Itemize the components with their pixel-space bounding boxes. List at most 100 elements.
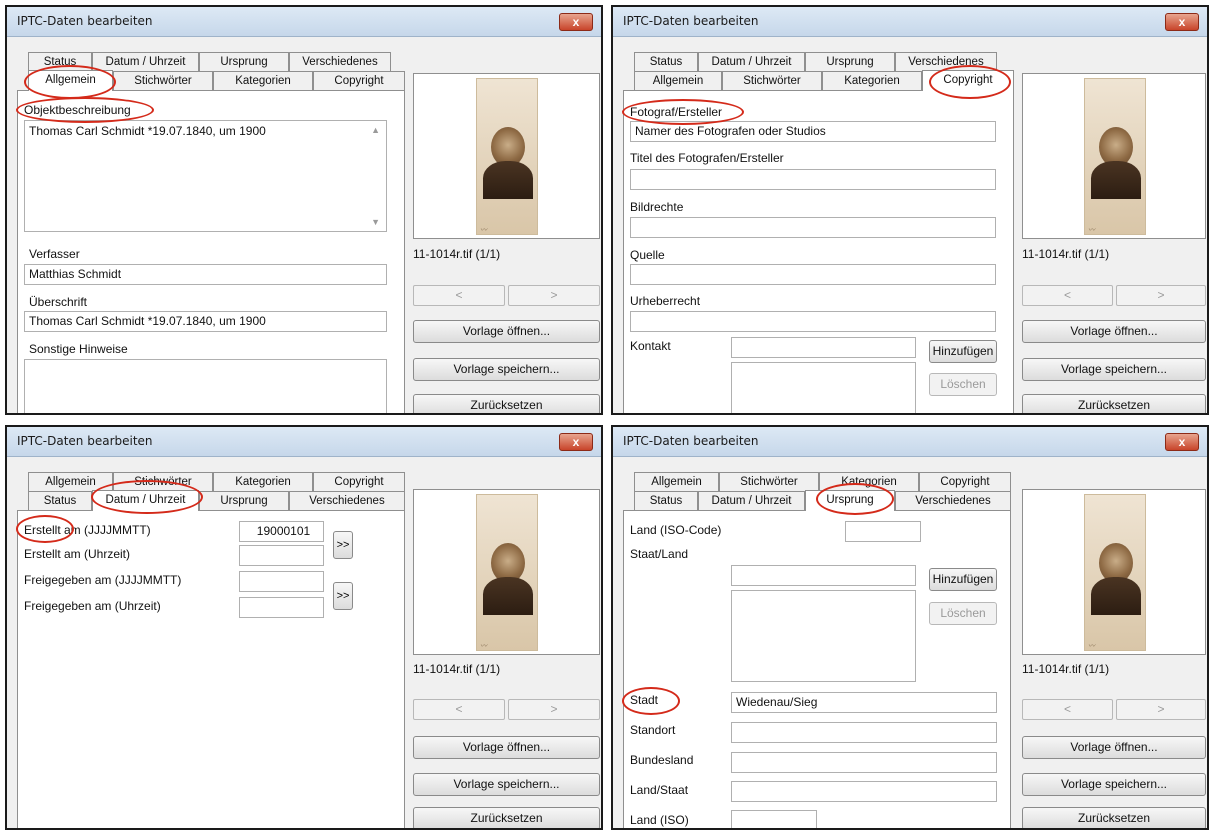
filename-label: 11-1014r.tif (1/1): [413, 662, 501, 676]
tab-status[interactable]: Status: [28, 491, 92, 510]
previous-image-button[interactable]: <: [413, 285, 505, 306]
tab-stichwoerter[interactable]: Stichwörter: [719, 472, 819, 491]
staat-land-input[interactable]: [731, 565, 916, 586]
tab-datum-uhrzeit[interactable]: Datum / Uhrzeit: [698, 491, 805, 510]
vorlage-oeffnen-button[interactable]: Vorlage öffnen...: [413, 320, 600, 343]
erstellt-zeit-input[interactable]: [239, 545, 324, 566]
tab-kategorien[interactable]: Kategorien: [213, 472, 313, 491]
vorlage-oeffnen-button[interactable]: Vorlage öffnen...: [1022, 736, 1206, 759]
bildrechte-input[interactable]: [630, 217, 996, 238]
tab-copyright[interactable]: Copyright: [313, 71, 405, 90]
zuruecksetzen-button[interactable]: Zurücksetzen: [413, 394, 600, 413]
title-bar: IPTC-Daten bearbeiten x: [7, 7, 601, 37]
hinzufuegen-button[interactable]: Hinzufügen: [929, 568, 997, 591]
filename-label: 11-1014r.tif (1/1): [1022, 662, 1110, 676]
portrait-photo: 〰: [1084, 78, 1146, 235]
vorlage-speichern-button[interactable]: Vorlage speichern...: [413, 773, 600, 796]
urheberrecht-input[interactable]: [630, 311, 996, 332]
ueberschrift-input[interactable]: Thomas Carl Schmidt *19.07.1840, um 1900: [24, 311, 387, 332]
next-image-button[interactable]: >: [1116, 699, 1206, 720]
next-image-button[interactable]: >: [1116, 285, 1206, 306]
loeschen-button[interactable]: Löschen: [929, 602, 997, 625]
zuruecksetzen-button[interactable]: Zurücksetzen: [1022, 807, 1206, 828]
set-erstellt-button[interactable]: >>: [333, 531, 353, 559]
tab-allgemein[interactable]: Allgemein: [634, 71, 722, 90]
tab-allgemein[interactable]: Allgemein: [28, 70, 113, 91]
loeschen-button[interactable]: Löschen: [929, 373, 997, 396]
tab-verschiedenes[interactable]: Verschiedenes: [895, 491, 1011, 510]
tab-datum-uhrzeit[interactable]: Datum / Uhrzeit: [698, 52, 805, 71]
fotograf-input[interactable]: Namer des Fotografen oder Studios: [630, 121, 996, 142]
title-bar: IPTC-Daten bearbeiten x: [613, 7, 1207, 37]
sonstige-hinweise-textarea[interactable]: [24, 359, 387, 413]
quelle-input[interactable]: [630, 264, 996, 285]
close-button[interactable]: x: [559, 13, 593, 31]
tab-ursprung[interactable]: Ursprung: [199, 491, 289, 510]
vorlage-oeffnen-button[interactable]: Vorlage öffnen...: [413, 736, 600, 759]
tab-ursprung[interactable]: Ursprung: [805, 490, 895, 511]
vorlage-speichern-button[interactable]: Vorlage speichern...: [413, 358, 600, 381]
close-button[interactable]: x: [1165, 13, 1199, 31]
vorlage-speichern-button[interactable]: Vorlage speichern...: [1022, 773, 1206, 796]
tab-kategorien[interactable]: Kategorien: [822, 71, 922, 90]
tab-kategorien[interactable]: Kategorien: [213, 71, 313, 90]
tab-verschiedenes[interactable]: Verschiedenes: [289, 491, 405, 510]
tab-stichwoerter[interactable]: Stichwörter: [722, 71, 822, 90]
vorlage-oeffnen-button[interactable]: Vorlage öffnen...: [1022, 320, 1206, 343]
vorlage-speichern-button[interactable]: Vorlage speichern...: [1022, 358, 1206, 381]
tab-ursprung[interactable]: Ursprung: [805, 52, 895, 71]
bildrechte-label: Bildrechte: [630, 200, 684, 214]
erstellt-datum-input[interactable]: 19000101: [239, 521, 324, 542]
photo-signature: 〰: [480, 643, 487, 650]
close-button[interactable]: x: [559, 433, 593, 451]
stadt-input[interactable]: Wiedenau/Sieg: [731, 692, 997, 713]
portrait-body: [483, 161, 533, 199]
tab-verschiedenes[interactable]: Verschiedenes: [289, 52, 391, 71]
photo-signature: 〰: [1088, 227, 1095, 234]
land-staat-input[interactable]: [731, 781, 997, 802]
land-iso-code-input[interactable]: [845, 521, 921, 542]
tab-copyright[interactable]: Copyright: [922, 70, 1014, 91]
scroll-up-icon[interactable]: ▲: [371, 125, 380, 135]
hinzufuegen-button[interactable]: Hinzufügen: [929, 340, 997, 363]
tab-verschiedenes[interactable]: Verschiedenes: [895, 52, 997, 71]
staat-land-list[interactable]: [731, 590, 916, 682]
standort-input[interactable]: [731, 722, 997, 743]
zuruecksetzen-button[interactable]: Zurücksetzen: [1022, 394, 1206, 413]
freigegeben-zeit-input[interactable]: [239, 597, 324, 618]
tab-allgemein[interactable]: Allgemein: [634, 472, 719, 491]
previous-image-button[interactable]: <: [413, 699, 505, 720]
previous-image-button[interactable]: <: [1022, 699, 1113, 720]
previous-image-button[interactable]: <: [1022, 285, 1113, 306]
set-freigegeben-button[interactable]: >>: [333, 582, 353, 610]
land-staat-label: Land/Staat: [630, 783, 689, 797]
kontakt-list[interactable]: [731, 362, 916, 413]
dialog-title: IPTC-Daten bearbeiten: [17, 434, 153, 448]
titel-fotograf-input[interactable]: [630, 169, 996, 190]
tab-status[interactable]: Status: [28, 52, 92, 71]
freigegeben-datum-input[interactable]: [239, 571, 324, 592]
next-image-button[interactable]: >: [508, 285, 600, 306]
tab-status[interactable]: Status: [634, 52, 698, 71]
tab-datum-uhrzeit[interactable]: Datum / Uhrzeit: [92, 52, 199, 71]
tab-ursprung[interactable]: Ursprung: [199, 52, 289, 71]
kontakt-input[interactable]: [731, 337, 916, 358]
objektbeschreibung-textarea[interactable]: Thomas Carl Schmidt *19.07.1840, um 1900…: [24, 120, 387, 232]
tab-copyright[interactable]: Copyright: [919, 472, 1011, 491]
tab-copyright[interactable]: Copyright: [313, 472, 405, 491]
land-iso-input[interactable]: [731, 810, 817, 828]
bundesland-input[interactable]: [731, 752, 997, 773]
next-image-button[interactable]: >: [508, 699, 600, 720]
tab-kategorien[interactable]: Kategorien: [819, 472, 919, 491]
urheberrecht-label: Urheberrecht: [630, 294, 701, 308]
scroll-down-icon[interactable]: ▼: [371, 217, 380, 227]
tab-status[interactable]: Status: [634, 491, 698, 510]
tab-stichwoerter[interactable]: Stichwörter: [113, 71, 213, 90]
close-button[interactable]: x: [1165, 433, 1199, 451]
sonstige-hinweise-label: Sonstige Hinweise: [29, 342, 128, 356]
tab-datum-uhrzeit[interactable]: Datum / Uhrzeit: [92, 490, 199, 511]
verfasser-input[interactable]: Matthias Schmidt: [24, 264, 387, 285]
tab-allgemein[interactable]: Allgemein: [28, 472, 113, 491]
tab-stichwoerter[interactable]: Stichwörter: [113, 472, 213, 491]
zuruecksetzen-button[interactable]: Zurücksetzen: [413, 807, 600, 828]
